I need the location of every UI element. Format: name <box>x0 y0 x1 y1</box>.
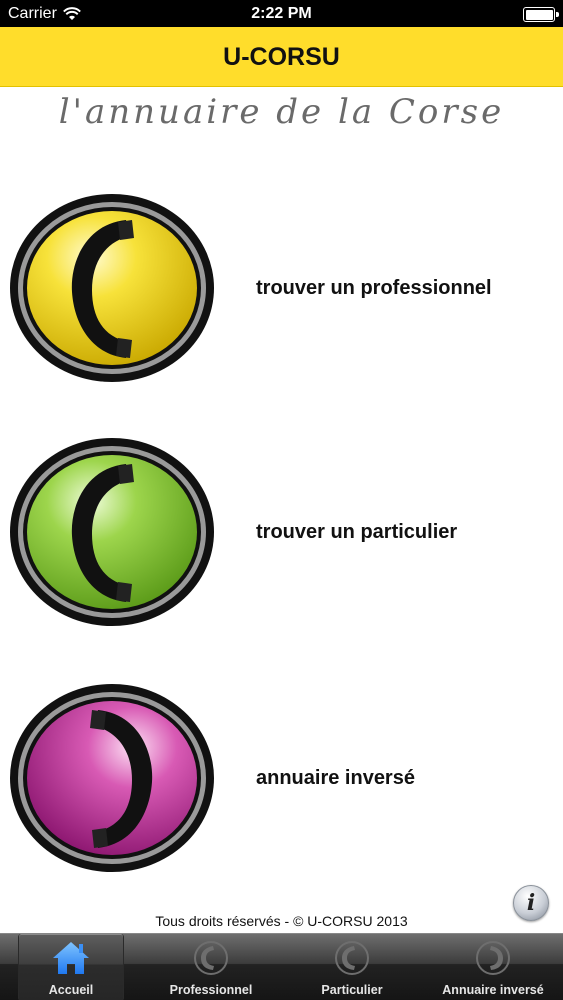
phone-icon <box>476 941 510 975</box>
nav-bar: U-CORSU <box>0 27 563 87</box>
tab-annuaire-inverse[interactable]: Annuaire inversé <box>430 934 556 1000</box>
menu-label: annuaire inversé <box>256 766 415 789</box>
phone-pink-icon[interactable] <box>8 682 216 874</box>
home-icon <box>53 942 89 974</box>
menu-item-inverse[interactable]: annuaire inversé <box>0 678 563 878</box>
tab-professionnel[interactable]: Professionnel <box>150 934 272 1000</box>
tab-bar: Accueil Professionnel Particulier Annuai… <box>0 933 563 1000</box>
page-title: U-CORSU <box>223 43 340 71</box>
menu-label: trouver un professionnel <box>256 276 492 299</box>
copyright-text: Tous droits réservés - © U-CORSU 2013 <box>155 913 408 929</box>
tab-particulier[interactable]: Particulier <box>296 934 408 1000</box>
status-bar: Carrier 2:22 PM <box>0 0 563 27</box>
phone-icon <box>194 941 228 975</box>
phone-yellow-icon[interactable] <box>8 192 216 384</box>
tab-label: Annuaire inversé <box>442 983 544 997</box>
battery-icon <box>523 7 559 22</box>
tab-label: Professionnel <box>169 983 253 997</box>
phone-green-icon[interactable] <box>8 436 216 628</box>
phone-icon <box>335 941 369 975</box>
tab-label: Accueil <box>48 983 94 997</box>
menu-item-professionnel[interactable]: trouver un professionnel <box>0 188 563 388</box>
tab-accueil[interactable]: Accueil <box>18 934 124 1000</box>
menu-label: trouver un particulier <box>256 520 458 543</box>
status-time: 2:22 PM <box>251 5 312 22</box>
menu-item-particulier[interactable]: trouver un particulier <box>0 432 563 632</box>
app-subtitle: l'annuaire de la Corse <box>58 92 505 132</box>
tab-label: Particulier <box>321 983 383 997</box>
